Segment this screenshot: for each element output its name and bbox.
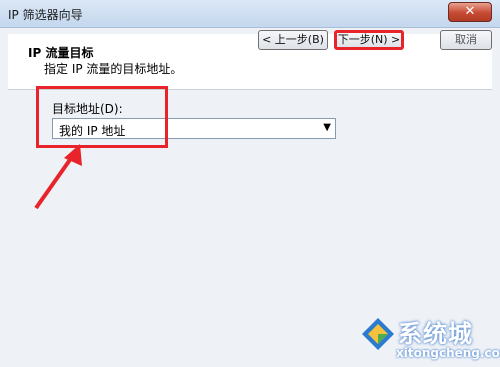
cancel-button[interactable]: 取消	[440, 30, 492, 50]
next-button[interactable]: 下一步(N) >	[334, 30, 404, 50]
window-title: IP 筛选器向导	[8, 8, 83, 22]
title-bar: IP 筛选器向导 ✕	[0, 0, 500, 28]
watermark-text: 系统城	[398, 320, 473, 348]
site-watermark: 系统城 xitongcheng.com	[360, 312, 500, 367]
close-button[interactable]: ✕	[448, 2, 492, 22]
annotation-highlight-box	[36, 86, 168, 148]
watermark-url: xitongcheng.com	[396, 346, 500, 360]
wizard-header: IP 流量目标 指定 IP 流量的目标地址。	[8, 34, 492, 90]
close-icon: ✕	[464, 4, 476, 19]
watermark-logo-icon	[362, 318, 394, 350]
annotation-arrow-icon	[34, 144, 82, 210]
back-button[interactable]: < 上一步(B)	[258, 30, 328, 50]
page-title: IP 流量目标	[28, 46, 94, 60]
page-subtitle: 指定 IP 流量的目标地址。	[44, 62, 183, 76]
dropdown-arrow-icon[interactable]: ▼	[323, 122, 331, 133]
